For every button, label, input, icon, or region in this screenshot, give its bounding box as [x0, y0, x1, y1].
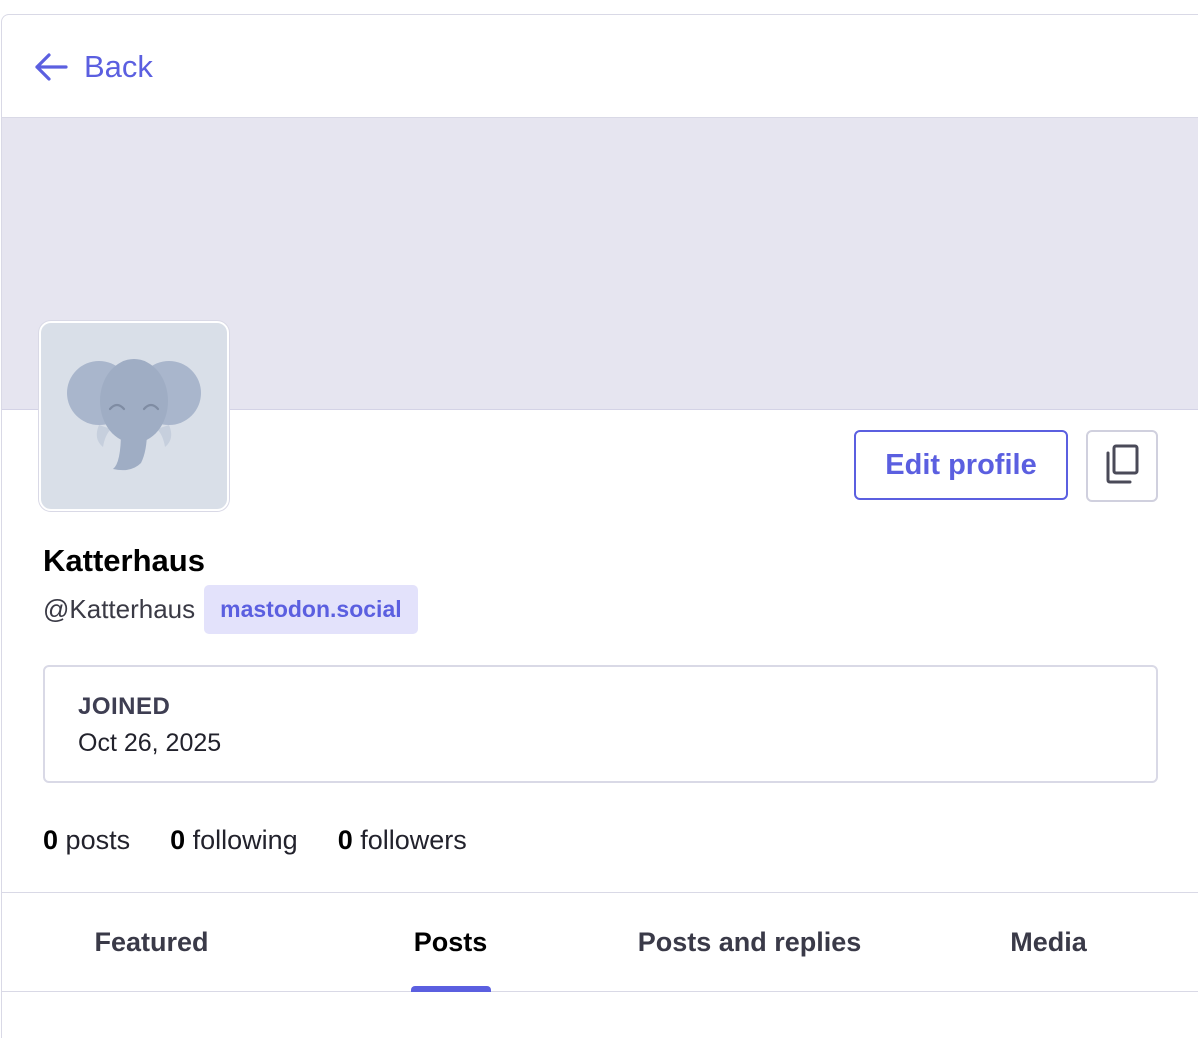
edit-profile-button[interactable]: Edit profile	[854, 430, 1068, 500]
account-handle-row: @Katterhaus mastodon.social	[43, 585, 418, 634]
profile-fields: JOINED Oct 26, 2025	[43, 665, 1158, 783]
tab-featured[interactable]: Featured	[2, 893, 301, 991]
joined-date: Oct 26, 2025	[78, 729, 222, 757]
copy-link-button[interactable]	[1086, 430, 1158, 502]
back-label: Back	[84, 49, 153, 84]
account-handle: @Katterhaus	[43, 594, 196, 624]
mastodon-elephant-icon	[67, 359, 201, 471]
tab-posts-and-replies-label: Posts and replies	[637, 926, 862, 957]
arrow-left-icon	[34, 52, 68, 82]
tab-posts[interactable]: Posts	[301, 893, 600, 992]
following-count[interactable]: 0 following	[170, 825, 298, 856]
followers-count[interactable]: 0 followers	[338, 825, 467, 856]
column-back-bar: Back	[2, 15, 1198, 118]
tab-posts-label: Posts	[413, 926, 488, 957]
profile-tabs: Featured Posts Posts and replies Media	[2, 892, 1198, 992]
tab-posts-and-replies[interactable]: Posts and replies	[600, 893, 899, 991]
following-count-value: 0	[170, 825, 186, 855]
avatar[interactable]	[39, 321, 229, 511]
joined-label: JOINED	[78, 693, 171, 720]
tab-featured-label: Featured	[94, 926, 209, 957]
posts-count-label: posts	[65, 825, 131, 855]
domain-badge[interactable]: mastodon.social	[204, 585, 418, 634]
profile-column: Back Edit profile Katterhaus @Katterhaus…	[1, 14, 1198, 1038]
back-button[interactable]: Back	[34, 43, 153, 91]
active-tab-indicator	[410, 986, 491, 992]
followers-count-label: followers	[360, 825, 467, 855]
posts-count-value: 0	[43, 825, 59, 855]
tab-media-label: Media	[1010, 926, 1087, 957]
copy-icon	[1104, 444, 1140, 489]
tab-media[interactable]: Media	[899, 893, 1198, 991]
followers-count-value: 0	[337, 825, 353, 855]
posts-count[interactable]: 0 posts	[43, 825, 130, 856]
following-count-label: following	[192, 825, 298, 855]
display-name: Katterhaus	[43, 543, 205, 578]
profile-counts: 0 posts 0 following 0 followers	[43, 825, 467, 856]
